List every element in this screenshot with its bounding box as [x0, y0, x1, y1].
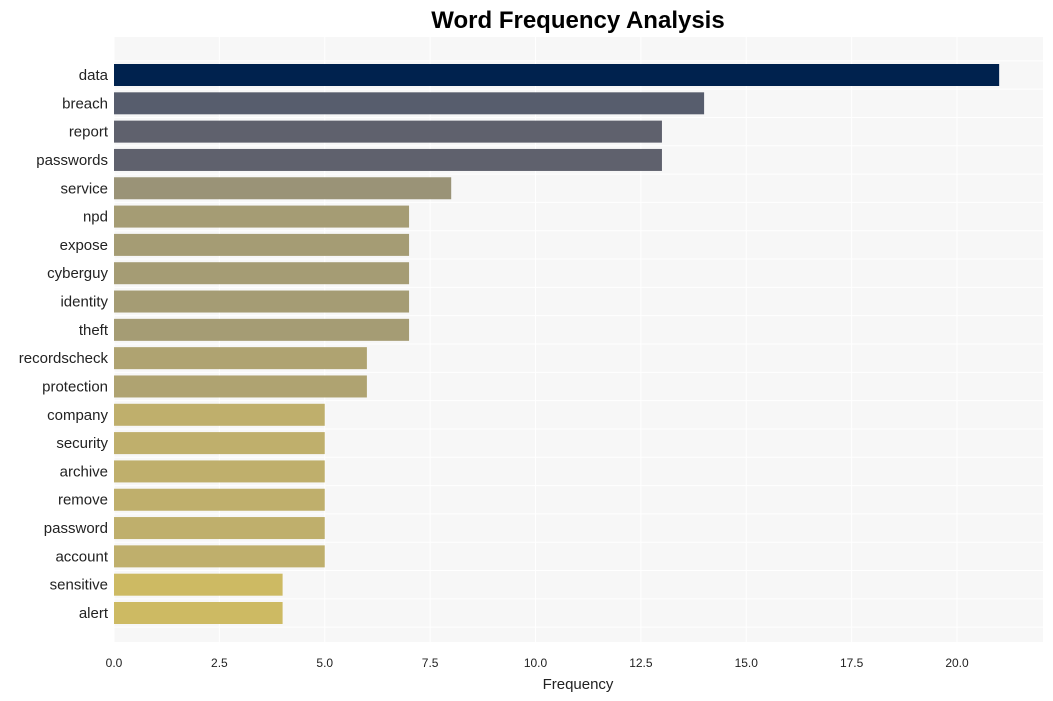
y-label-service: service: [60, 180, 108, 197]
y-label-passwords: passwords: [36, 152, 108, 169]
x-axis-label: Frequency: [543, 676, 614, 693]
y-label-identity: identity: [60, 294, 108, 311]
bar-security: [114, 432, 325, 455]
x-tick-label-3: 7.5: [422, 656, 439, 670]
x-tick-label-7: 17.5: [840, 656, 864, 670]
y-label-security: security: [56, 435, 108, 452]
bar-service: [114, 177, 452, 200]
bar-passwords: [114, 148, 662, 171]
bar-password: [114, 517, 325, 540]
bar-breach: [114, 92, 705, 115]
y-label-password: password: [44, 520, 108, 537]
bar-theft: [114, 318, 410, 341]
y-label-sensitive: sensitive: [50, 577, 108, 594]
bar-recordscheck: [114, 347, 367, 370]
x-tick-label-1: 2.5: [211, 656, 228, 670]
bar-account: [114, 545, 325, 568]
x-axis-ticks: 0.0 2.5 5.0 7.5 10.0 12.5 15.0 17.5 20.0: [106, 656, 969, 670]
bar-npd: [114, 205, 410, 228]
chart-title: Word Frequency Analysis: [431, 7, 724, 34]
bar-expose: [114, 233, 410, 256]
bar-archive: [114, 460, 325, 483]
bar-protection: [114, 375, 367, 398]
x-tick-label-4: 10.0: [524, 656, 548, 670]
bar-sensitive: [114, 573, 283, 596]
y-label-report: report: [69, 124, 109, 141]
y-axis-labels: data breach report passwords service npd expos…: [19, 67, 109, 622]
bar-identity: [114, 290, 410, 313]
x-tick-label-2: 5.0: [316, 656, 333, 670]
x-tick-label-6: 15.0: [735, 656, 759, 670]
y-label-remove: remove: [58, 492, 108, 509]
y-label-breach: breach: [62, 95, 108, 112]
y-label-protection: protection: [42, 378, 108, 395]
bar-cyberguy: [114, 262, 410, 285]
y-label-archive: archive: [60, 463, 108, 480]
bar-report: [114, 120, 662, 143]
y-label-company: company: [47, 407, 108, 424]
bar-remove: [114, 488, 325, 511]
x-tick-label-8: 20.0: [945, 656, 969, 670]
y-label-data: data: [79, 67, 109, 84]
word-frequency-chart: data breach report passwords service npd expos…: [19, 7, 1043, 693]
x-tick-label-5: 12.5: [629, 656, 653, 670]
y-label-alert: alert: [79, 605, 109, 622]
bar-data: [114, 64, 1000, 86]
bar-alert: [114, 602, 283, 624]
y-label-npd: npd: [83, 209, 108, 226]
x-tick-label-0: 0.0: [106, 656, 123, 670]
y-label-cyberguy: cyberguy: [47, 265, 108, 282]
y-label-expose: expose: [60, 237, 108, 254]
y-label-theft: theft: [79, 322, 109, 339]
bar-company: [114, 403, 325, 426]
y-label-recordscheck: recordscheck: [19, 350, 109, 367]
y-label-account: account: [55, 548, 108, 565]
